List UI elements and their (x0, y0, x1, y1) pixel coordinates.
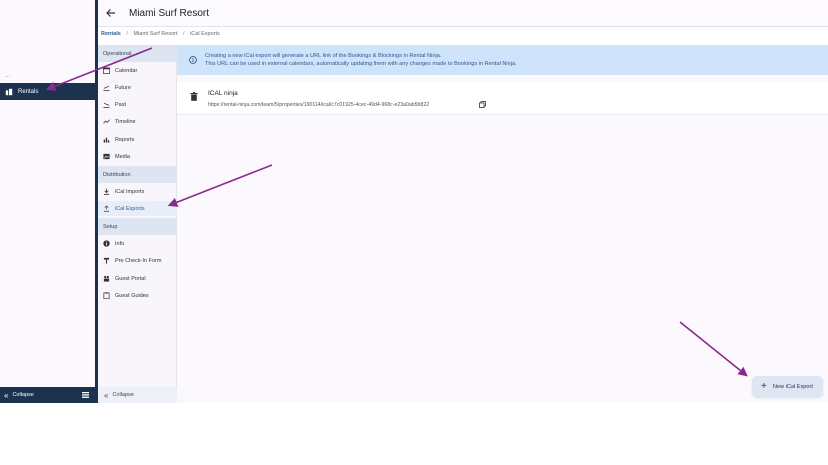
sidebar-item-label: Past (115, 101, 127, 108)
export-url: https://rental-ninja.com/team/5/properti… (208, 102, 430, 108)
info-banner: Creating a new iCal export will generate… (177, 45, 828, 75)
sidebar-item-label: Pre Check-In Form (115, 257, 162, 264)
breadcrumb-item-property[interactable]: Miami Surf Resort (133, 31, 177, 37)
property-sidebar: Operational Calendar Future Past Timelin… (98, 45, 177, 403)
double-chevron-left-icon: « (104, 390, 109, 400)
subnav-collapse-button[interactable]: « Collapse (98, 387, 177, 403)
clipboard-icon (103, 292, 110, 299)
section-header-setup: Setup (98, 218, 177, 235)
sidebar-item-label: Calendar (115, 67, 138, 74)
bar-chart-icon (103, 137, 110, 143)
sidebar-item-label: Info (115, 240, 125, 247)
button-label: New iCal Export (772, 383, 813, 390)
plus-icon: + (761, 380, 767, 392)
sidebar-item-calendar[interactable]: Calendar (98, 63, 177, 78)
sidebar-item-label: Media (115, 153, 130, 160)
sidebar-item-label: Guest Portal (115, 275, 146, 282)
sidebar-item-label: Rentals (18, 88, 39, 95)
sidebar-item-label: Reports (115, 136, 135, 143)
calendar-icon (103, 67, 110, 74)
sidebar-item-media[interactable]: Media (98, 149, 177, 164)
arrow-left-icon (106, 9, 115, 17)
sidebar-item-label: Guest Guides (115, 292, 149, 299)
double-chevron-left-icon: « (4, 390, 9, 400)
collapse-label: Collapse (112, 392, 134, 398)
trash-icon[interactable] (190, 92, 198, 101)
sidebar-item-reports[interactable]: Reports (98, 132, 177, 147)
sidebar-item-future[interactable]: Future (98, 80, 177, 95)
image-icon (103, 153, 110, 160)
sidebar-item-label: Timeline (115, 118, 136, 125)
upload-icon (103, 205, 110, 212)
copy-icon[interactable] (479, 101, 486, 108)
sidebar-item-label: iCal Exports (115, 205, 145, 212)
info-icon (103, 240, 110, 247)
breadcrumb-item-current: iCal Exports (190, 31, 220, 37)
breadcrumb-separator: / (126, 31, 128, 37)
ical-export-item: ICAL ninja https://rental-ninja.com/team… (177, 82, 828, 115)
list-icon (82, 392, 89, 398)
download-icon (103, 188, 110, 195)
sidebar-item-timeline[interactable]: Timeline (98, 114, 177, 129)
sidebar-item-rentals[interactable]: Rentals (0, 83, 95, 100)
collapse-label: Collapse (12, 392, 34, 398)
new-ical-export-button[interactable]: + New iCal Export (752, 376, 823, 397)
timeline-icon (103, 119, 110, 124)
sidebar-item-pre-check-in-form[interactable]: Pre Check-In Form (98, 253, 177, 268)
breadcrumb-separator: / (183, 31, 185, 37)
page-header: Miami Surf Resort (98, 0, 828, 27)
section-header-distribution: Distribution (98, 166, 177, 183)
main-sidebar: ··· (0, 0, 97, 403)
breadcrumb-item-rentals[interactable]: Rentals (101, 31, 121, 37)
sidebar-collapse-button[interactable]: « Collapse (0, 387, 95, 403)
export-name: ICAL ninja (208, 90, 238, 97)
sidebar-item-label: Future (115, 84, 131, 91)
flight-takeoff-icon (103, 85, 110, 91)
flight-land-icon (103, 102, 110, 108)
main-content: Creating a new iCal export will generate… (177, 45, 828, 403)
info-icon (189, 56, 197, 64)
app-window: ··· Rentals « Collapse Miami Surf Resort… (0, 0, 828, 465)
banner-line-1: Creating a new iCal export will generate… (205, 52, 442, 59)
section-header-operational: Operational (98, 45, 177, 62)
signpost-icon (103, 257, 110, 264)
page-title: Miami Surf Resort (129, 7, 210, 19)
sidebar-item-guest-portal[interactable]: Guest Portal (98, 271, 177, 286)
people-icon (103, 275, 110, 282)
sidebar-item-guest-guides[interactable]: Guest Guides (98, 288, 177, 303)
back-button[interactable] (104, 6, 118, 20)
breadcrumb: Rentals / Miami Surf Resort / iCal Expor… (101, 31, 220, 37)
nav-item-partial: ··· (5, 74, 10, 80)
sidebar-item-ical-exports[interactable]: iCal Exports (98, 201, 177, 216)
building-icon (5, 88, 13, 95)
sidebar-item-label: iCal Imports (115, 188, 145, 195)
sidebar-item-info[interactable]: Info (98, 236, 177, 251)
sidebar-item-past[interactable]: Past (98, 97, 177, 112)
banner-line-2: This URL can be used in external calenda… (205, 61, 517, 67)
sidebar-item-ical-imports[interactable]: iCal Imports (98, 184, 177, 199)
